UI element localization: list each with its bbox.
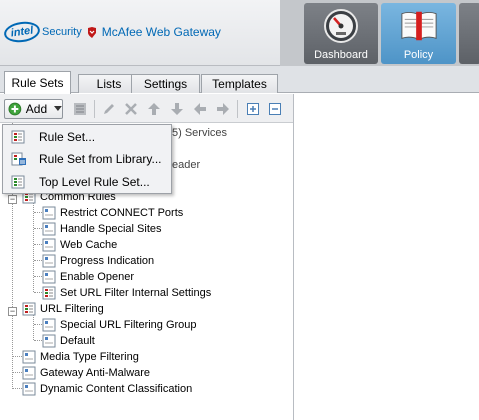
move-right-icon[interactable]: [215, 101, 231, 117]
tree-item-label: Web Cache: [60, 239, 118, 251]
rule-set-icon: [22, 302, 36, 316]
mcafee-shield-icon: [87, 26, 96, 38]
tree-line: [34, 228, 42, 229]
tree-item-rule[interactable]: Special URL Filtering Group: [42, 317, 197, 333]
add-menu: Rule Set... Rule Set from Library... Top…: [2, 124, 172, 194]
tree-item-rule[interactable]: Default: [42, 333, 95, 349]
tab-rule-sets[interactable]: Rule Sets: [4, 71, 71, 94]
product-name: McAfee Web Gateway: [101, 25, 221, 39]
tree-line: [13, 372, 22, 373]
rule-set-icon: [42, 286, 56, 300]
rule-icon: [42, 222, 56, 236]
expander-collapse[interactable]: −: [8, 195, 17, 204]
tab-settings[interactable]: Settings: [131, 74, 200, 93]
add-button[interactable]: Add: [4, 99, 63, 119]
tree-item-dynamic-content-classification[interactable]: Dynamic Content Classification: [22, 381, 192, 397]
brand-security-text: Security: [42, 26, 82, 38]
menu-item-rule-set-from-library[interactable]: Rule Set from Library...: [7, 150, 171, 168]
rule-toolbar: Add: [0, 94, 293, 123]
rule-icon: [42, 318, 56, 332]
nav-policy-button[interactable]: Policy: [381, 3, 456, 64]
rule-set-icon[interactable]: [72, 101, 88, 117]
rule-set-icon: [11, 130, 25, 144]
tree-line: [34, 324, 42, 325]
tree-item-partial[interactable]: 5) Services: [172, 125, 227, 141]
expand-all-icon[interactable]: [245, 101, 261, 117]
tab-templates[interactable]: Templates: [201, 74, 278, 93]
add-plus-icon: [8, 102, 22, 116]
intel-logo: intel: [2, 19, 42, 45]
rule-icon: [42, 270, 56, 284]
tree-item-rule[interactable]: Set URL Filter Internal Settings: [42, 285, 211, 301]
move-down-icon[interactable]: [169, 101, 185, 117]
tree-item-rule[interactable]: Restrict CONNECT Ports: [42, 205, 183, 221]
tree-item-label: Dynamic Content Classification: [40, 383, 193, 395]
tree-line: [33, 315, 34, 340]
menu-item-label: Top Level Rule Set...: [39, 175, 150, 189]
nav-dashboard-label: Dashboard: [314, 49, 368, 61]
tree-line: [13, 388, 22, 389]
rule-icon: [42, 238, 56, 252]
toolbar-divider: [237, 100, 238, 118]
tree-item-label: Special URL Filtering Group: [60, 319, 197, 331]
menu-item-top-level-rule-set[interactable]: Top Level Rule Set...: [7, 173, 171, 191]
app-header: intel Security McAfee Web Gateway Dashbo…: [0, 0, 479, 66]
menu-item-rule-set[interactable]: Rule Set...: [7, 128, 171, 146]
chevron-down-icon: [54, 106, 62, 111]
tree-line: [33, 203, 34, 292]
tree-item-rule[interactable]: Enable Opener: [42, 269, 134, 285]
delete-icon[interactable]: [123, 101, 139, 117]
tree-line: [34, 244, 42, 245]
tree-line: [13, 356, 22, 357]
rule-icon: [22, 350, 36, 364]
policy-book-icon: [400, 8, 438, 44]
expander-collapse[interactable]: −: [8, 307, 17, 316]
rule-icon: [22, 366, 36, 380]
collapse-all-icon[interactable]: [267, 101, 283, 117]
tree-item-label: Default: [60, 335, 95, 347]
edit-icon[interactable]: [101, 101, 117, 117]
tree-item-label: Handle Special Sites: [60, 223, 162, 235]
tab-bar: Rule Sets Lists Settings Templates: [0, 66, 479, 94]
tree-item-rule[interactable]: Progress Indication: [42, 253, 154, 269]
rule-icon: [42, 254, 56, 268]
tree-item-label: URL Filtering: [40, 303, 104, 315]
tree-item-url-filtering[interactable]: URL Filtering: [22, 301, 104, 317]
tree-item-label: Progress Indication: [60, 255, 155, 267]
tree-item-label: Media Type Filtering: [40, 351, 139, 363]
move-left-icon[interactable]: [192, 101, 208, 117]
pane-divider[interactable]: [293, 94, 294, 420]
rule-icon: [42, 334, 56, 348]
menu-item-label: Rule Set...: [39, 130, 96, 144]
tree-line: [34, 260, 42, 261]
rule-icon: [22, 382, 36, 396]
tree-item-label: Gateway Anti-Malware: [40, 367, 151, 379]
tree-item-gateway-anti-malware[interactable]: Gateway Anti-Malware: [22, 365, 150, 381]
brand: intel Security McAfee Web Gateway: [2, 19, 221, 45]
menu-item-label: Rule Set from Library...: [39, 152, 162, 166]
add-button-label: Add: [25, 102, 48, 116]
tree-item-rule[interactable]: Web Cache: [42, 237, 117, 253]
tree-item-label: Enable Opener: [60, 271, 134, 283]
tree-item-label: Restrict CONNECT Ports: [60, 207, 184, 219]
nav-policy-label: Policy: [403, 49, 434, 61]
nav-more-button[interactable]: [459, 3, 479, 64]
rule-icon: [42, 206, 56, 220]
tree-line: [34, 276, 42, 277]
tree-line: [34, 212, 42, 213]
dashboard-gauge-icon: [322, 8, 360, 44]
tree-line: [34, 340, 42, 341]
tree-item-label: Set URL Filter Internal Settings: [60, 287, 212, 299]
tree-item-partial[interactable]: eader: [172, 157, 200, 173]
tree-line: [34, 292, 42, 293]
nav-dashboard-button[interactable]: Dashboard: [304, 3, 378, 64]
toolbar-divider: [94, 100, 95, 118]
library-rule-set-icon: [11, 152, 26, 166]
rule-set-icon: [11, 175, 25, 189]
move-up-icon[interactable]: [146, 101, 162, 117]
tree-item-media-type-filtering[interactable]: Media Type Filtering: [22, 349, 139, 365]
tree-item-rule[interactable]: Handle Special Sites: [42, 221, 162, 237]
